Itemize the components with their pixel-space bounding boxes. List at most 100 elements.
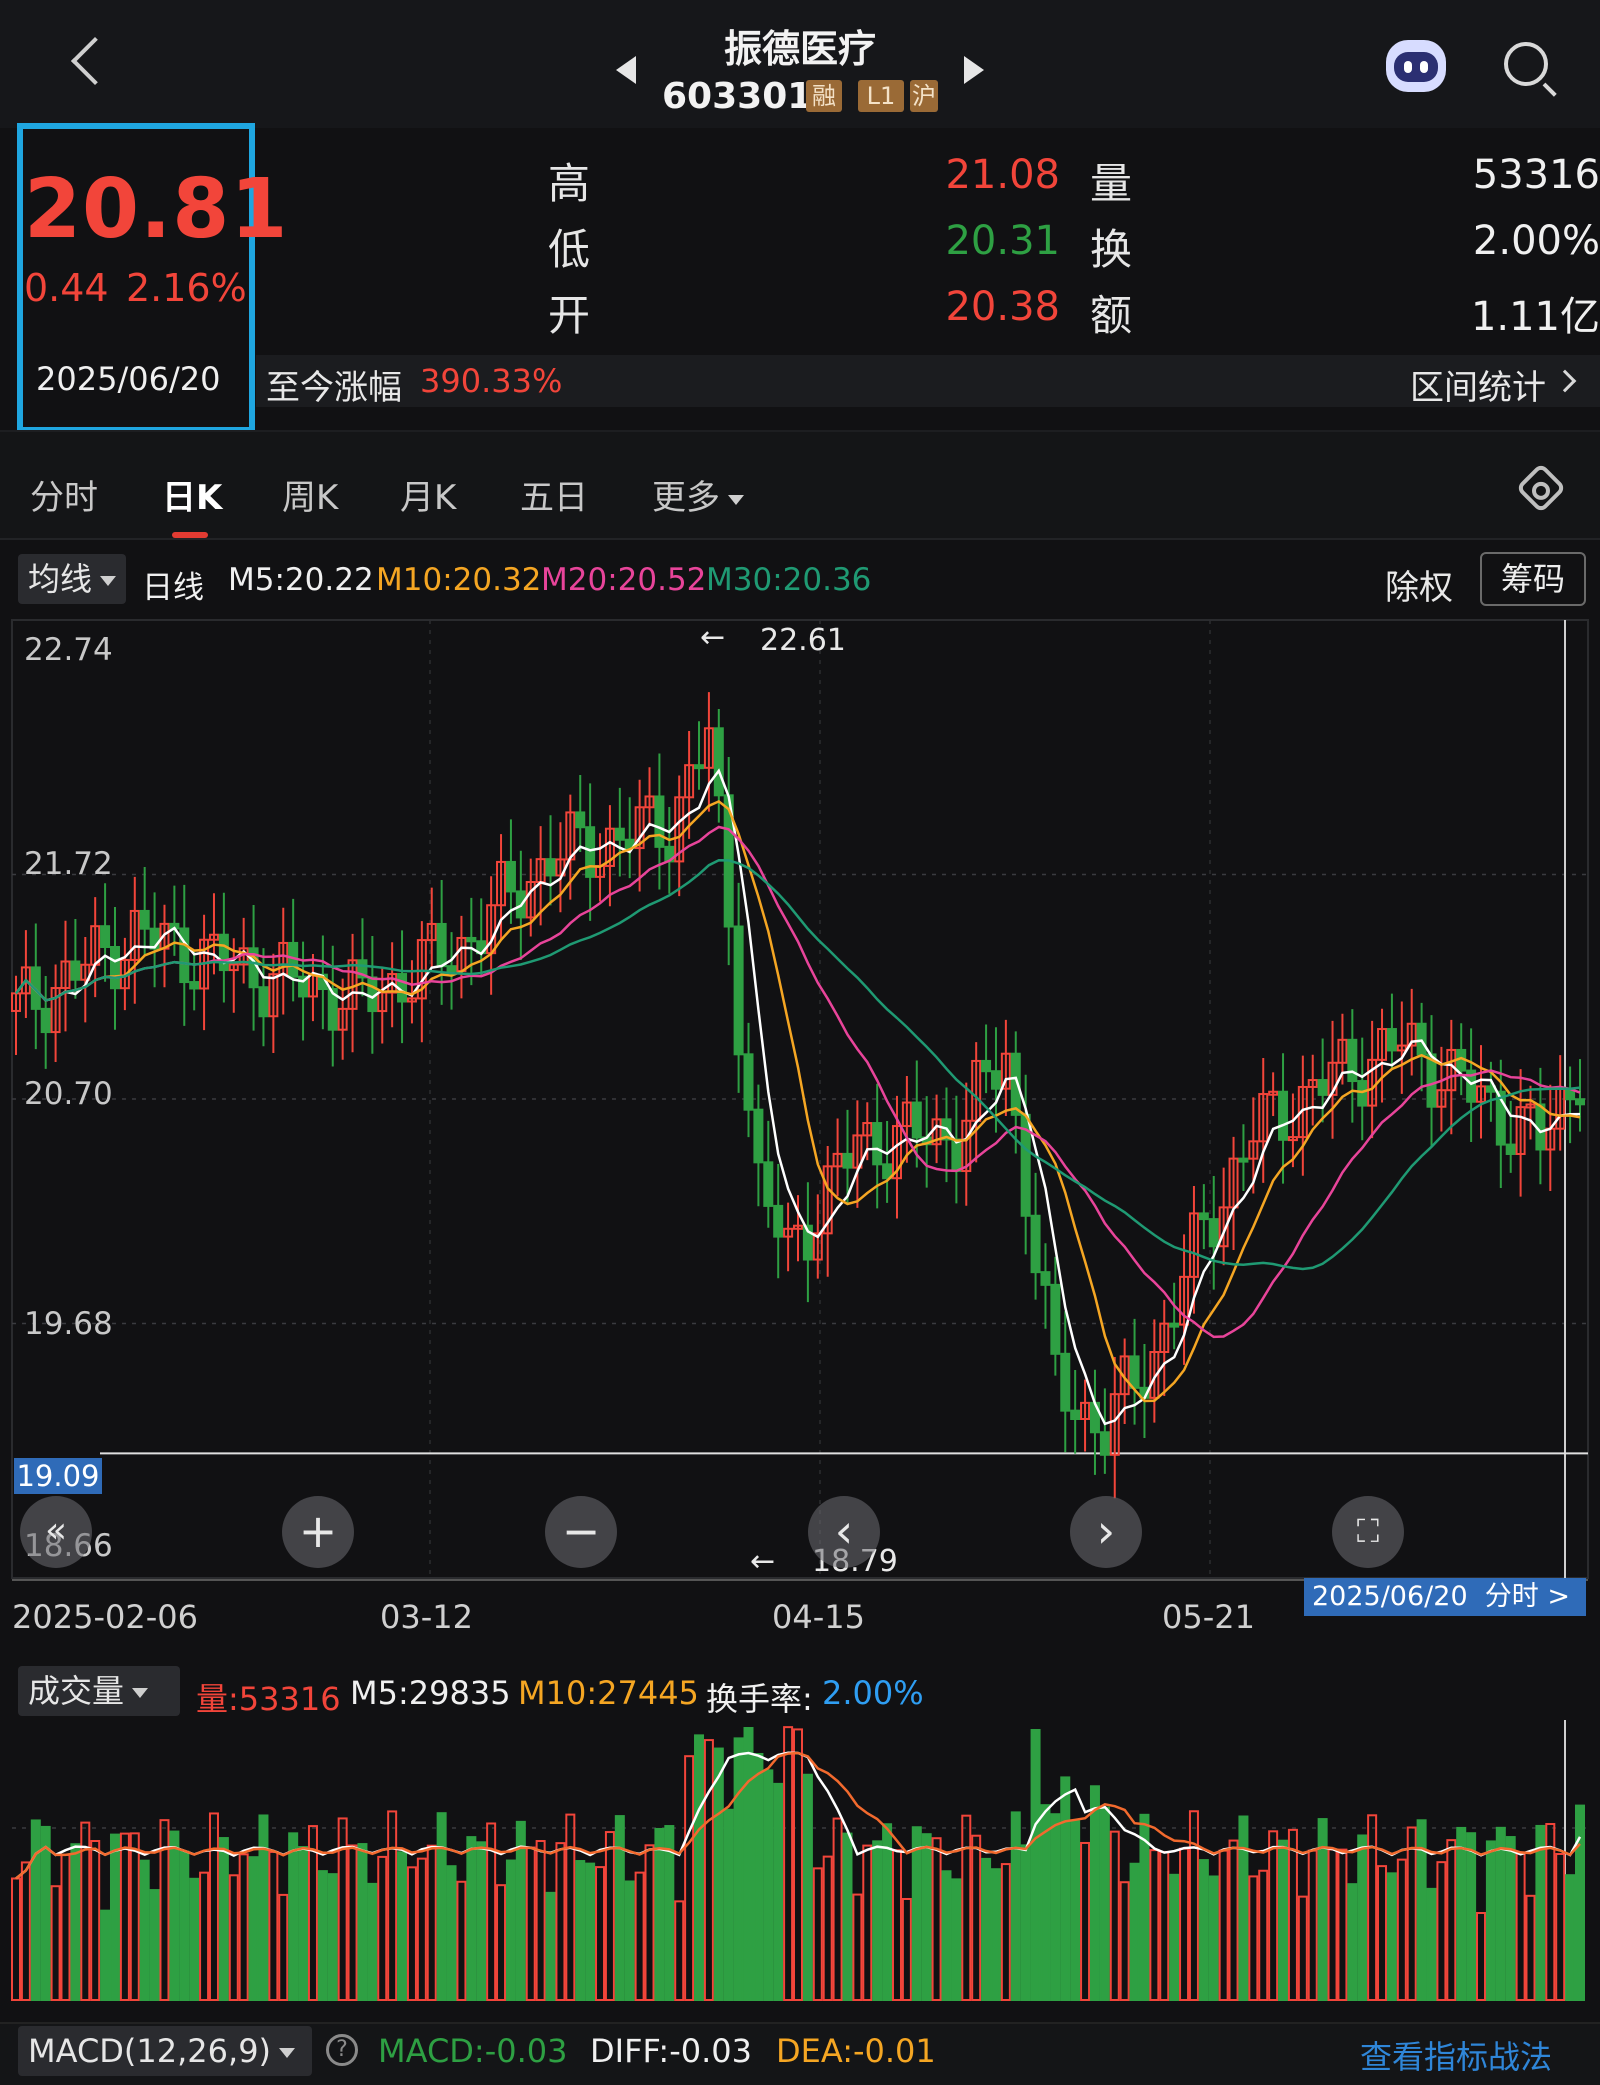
volume-bar [783,1726,794,2001]
volume-bar [1080,1841,1091,2002]
ma-selector[interactable]: 均线 [18,554,126,604]
high-label: 高 [548,159,591,208]
zoom-out-icon[interactable]: − [545,1496,617,1568]
y-tick-4: 19.68 [24,1306,113,1342]
volume-bar [70,1843,81,2002]
next-stock-arrow-icon[interactable] [964,56,984,84]
amount-value: 1.11亿 [1470,294,1600,340]
zoom-in-icon[interactable]: + [282,1496,354,1568]
volume-value: 53316 [1472,152,1600,198]
volume-bar [40,1825,51,2001]
assistant-robot-icon[interactable] [1386,40,1446,92]
volume-bar [872,1840,883,2001]
volume-bar [961,1814,972,2001]
volume-bar [496,1884,507,2001]
candle-body [575,811,586,829]
high-value: 21.08 [945,152,1060,198]
volume-bar [1466,1832,1477,2001]
volume-bar [743,1727,754,2001]
volume-bar [1505,1836,1516,2001]
range-stats-link[interactable]: 区间统计 [1410,360,1546,409]
candle-body [1347,1038,1358,1083]
volume-bar [921,1833,932,2001]
x-tick-3: 04-15 [772,1598,865,1636]
tab-five-day[interactable]: 五日 [520,470,588,519]
price-change-percent: 2.16% [126,266,247,310]
volume-bar [644,1844,655,2001]
chips-button[interactable]: 筹码 [1480,552,1586,606]
volume-indicator-selector[interactable]: 成交量 [18,1666,180,1716]
tab-monthly-k[interactable]: 月K [400,470,456,519]
tab-weekly-k[interactable]: 周K [282,470,338,519]
tab-more-label: 更多 [652,478,720,518]
intraday-link: 分时 [1484,1581,1539,1612]
volume-bar [1109,1830,1120,2001]
candle-body [882,1163,893,1180]
candle-body [1030,1214,1041,1274]
crosshair-date-badge[interactable]: 2025/06/20 分时 > [1304,1578,1586,1616]
volume-bar [901,1897,912,2001]
help-icon[interactable]: ? [326,2034,358,2066]
pan-right-icon[interactable]: › [1070,1496,1142,1568]
volume-bar [812,1867,823,2001]
volume-bar [575,1860,586,2002]
current-price: 20.81 [24,162,289,257]
pan-left-icon[interactable]: ‹ [808,1496,880,1568]
volume-bar [1377,1865,1388,2001]
volume-bar [1337,1848,1348,2001]
volume-bar [30,1819,41,2002]
volume-bar [852,1893,863,2002]
volume-bar [703,1739,714,2001]
volume-bar [555,1842,566,2002]
volume-bar [1050,1813,1061,2002]
quote-date: 2025/06/20 [36,360,221,398]
candle-body [1317,1079,1328,1096]
macd-selector[interactable]: MACD(12,26,9) [18,2026,312,2076]
volume-bar [90,1840,101,2002]
caret-down-icon [728,494,744,505]
fullscreen-icon[interactable]: ⛶ [1332,1496,1404,1568]
low-value: 20.31 [945,218,1060,264]
volume-bar [1347,1883,1358,2002]
candle-body [1198,1212,1209,1221]
y-tick-1: 22.74 [24,632,113,668]
candle-body [990,1070,1001,1090]
candle-body [1238,1157,1249,1163]
ma-selector-label: 均线 [28,560,93,598]
tab-more[interactable]: 更多 [652,470,744,519]
indicator-tactics-link[interactable]: 查看指标战法 [1360,2032,1552,2078]
volume-bar [951,1878,962,2002]
candle-body [842,1152,853,1169]
volume-bar [1129,1862,1140,2001]
prev-stock-arrow-icon[interactable] [616,56,636,84]
ma30-value: M30:20.36 [706,562,872,598]
ma-line-10 [15,799,1581,1403]
volume-bar [347,1844,358,2001]
market-tag: 沪 [910,80,938,112]
ex-rights-toggle[interactable]: 除权 [1385,560,1453,609]
search-icon[interactable] [1504,42,1548,86]
volume-bar [179,1850,190,2002]
volume-bar [595,1866,606,2001]
volume-bar [456,1880,467,2001]
candle-body [1357,1080,1368,1107]
volume-bar [298,1846,309,2001]
volume-bar [1268,1830,1279,2002]
scroll-to-start-icon[interactable]: « [20,1496,92,1568]
volume-bar [100,1909,111,2002]
volume-bar [733,1737,744,2001]
tab-daily-k[interactable]: 日K [162,470,222,519]
volume-bar [436,1812,447,2001]
volume-bar [1406,1826,1417,2002]
candle-body [505,860,516,893]
volume-bar [149,1889,160,2002]
candle-body [466,936,477,943]
tab-intraday[interactable]: 分时 [30,470,98,519]
volume-bar [466,1836,477,2001]
volume-bar [268,1850,279,2001]
volume-bar [119,1832,130,2002]
candle-body [1386,1028,1397,1052]
volume-bar [773,1782,784,2001]
volume-bar [723,1808,734,2002]
volume-bar [208,1812,219,2001]
